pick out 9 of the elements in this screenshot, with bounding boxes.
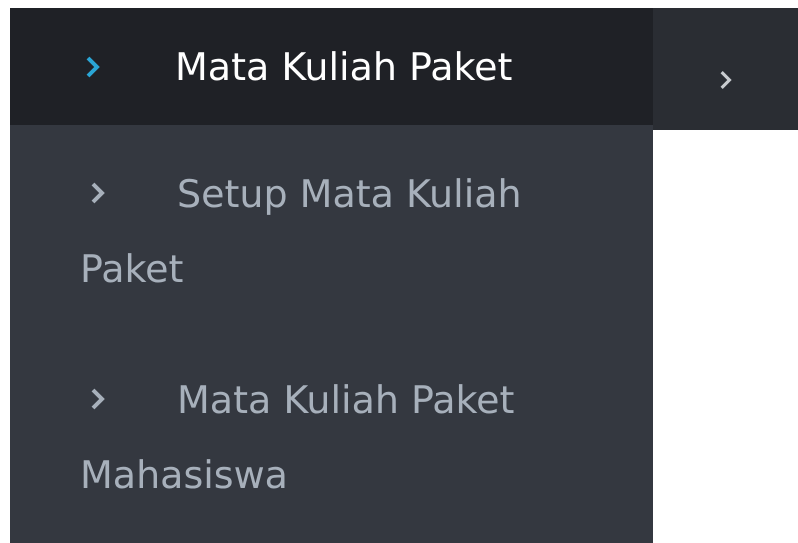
menu-item[interactable]: Setup Mata Kuliah Paket	[80, 157, 593, 307]
menu-header[interactable]: Mata Kuliah Paket	[10, 8, 653, 125]
chevron-right-icon	[85, 54, 101, 78]
chevron-right-icon	[718, 69, 732, 91]
chevron-right-icon	[90, 387, 106, 411]
menu-item[interactable]: Mata Kuliah Paket Mahasiswa	[80, 363, 593, 513]
expand-tab[interactable]	[653, 8, 798, 130]
chevron-right-icon	[90, 181, 106, 205]
menu-header-label: Mata Kuliah Paket	[175, 44, 512, 88]
